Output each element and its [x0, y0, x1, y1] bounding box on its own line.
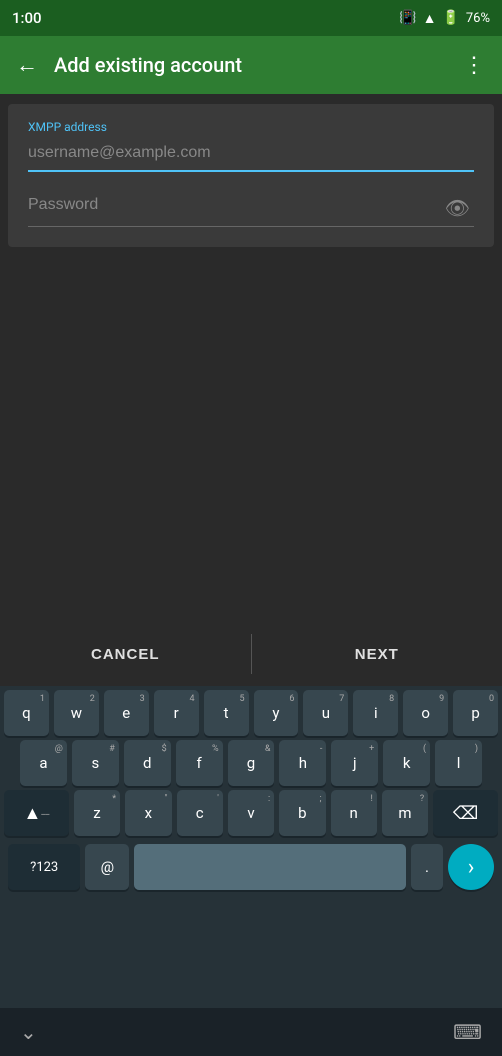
- keyboard-down-icon[interactable]: ⌄: [20, 1020, 37, 1044]
- key-s[interactable]: #s: [72, 740, 119, 786]
- key-b[interactable]: ;b: [279, 790, 325, 836]
- space-key[interactable]: [134, 844, 406, 890]
- xmpp-input[interactable]: [28, 140, 474, 172]
- key-w[interactable]: 2w: [54, 690, 99, 736]
- status-bar: 1:00 📳 ▲ 🔋 76%: [0, 0, 502, 36]
- key-l[interactable]: )l: [435, 740, 482, 786]
- key-n[interactable]: !n: [331, 790, 377, 836]
- page-title: Add existing account: [54, 53, 447, 77]
- symbols-key[interactable]: ?123: [8, 844, 80, 890]
- key-z[interactable]: *z: [74, 790, 120, 836]
- key-v[interactable]: :v: [228, 790, 274, 836]
- xmpp-label: XMPP address: [28, 120, 474, 134]
- key-f[interactable]: %f: [176, 740, 223, 786]
- key-p[interactable]: 0p: [453, 690, 498, 736]
- key-j[interactable]: +j: [331, 740, 378, 786]
- go-key[interactable]: ›: [448, 844, 494, 890]
- period-key[interactable]: .: [411, 844, 443, 890]
- at-key[interactable]: @: [85, 844, 129, 890]
- keyboard-nav: ⌄ ⌨: [0, 1008, 502, 1056]
- menu-button[interactable]: ⋮: [463, 53, 486, 78]
- key-g[interactable]: &g: [228, 740, 275, 786]
- status-time: 1:00: [12, 9, 42, 27]
- backspace-key[interactable]: ⌫: [433, 790, 498, 836]
- keyboard-toggle-icon[interactable]: ⌨: [453, 1020, 482, 1044]
- key-h[interactable]: -h: [279, 740, 326, 786]
- keyboard: 1q 2w 3e 4r 5t 6y 7u 8i 9o 0p @a #s $d %…: [0, 686, 502, 1056]
- key-y[interactable]: 6y: [254, 690, 299, 736]
- app-bar: ← Add existing account ⋮: [0, 36, 502, 94]
- battery-percent: 76%: [466, 11, 490, 26]
- shift-key[interactable]: ▲__: [4, 790, 69, 836]
- status-right: 📳 ▲ 🔋 76%: [399, 10, 490, 27]
- form-card: XMPP address 👁: [8, 104, 494, 247]
- vibrate-icon: 📳: [399, 10, 416, 26]
- key-t[interactable]: 5t: [204, 690, 249, 736]
- key-u[interactable]: 7u: [303, 690, 348, 736]
- cancel-button[interactable]: CANCEL: [0, 622, 251, 686]
- next-button[interactable]: NEXT: [252, 622, 502, 686]
- key-c[interactable]: 'c: [177, 790, 223, 836]
- keyboard-row-1: 1q 2w 3e 4r 5t 6y 7u 8i 9o 0p: [0, 686, 502, 736]
- key-e[interactable]: 3e: [104, 690, 149, 736]
- key-o[interactable]: 9o: [403, 690, 448, 736]
- key-r[interactable]: 4r: [154, 690, 199, 736]
- action-bar: CANCEL NEXT: [0, 622, 502, 686]
- key-a[interactable]: @a: [20, 740, 67, 786]
- key-i[interactable]: 8i: [353, 690, 398, 736]
- wifi-icon: ▲: [423, 10, 437, 27]
- keyboard-row-3: ▲__ *z "x 'c :v ;b !n ?m ⌫: [0, 786, 502, 836]
- key-m[interactable]: ?m: [382, 790, 428, 836]
- key-d[interactable]: $d: [124, 740, 171, 786]
- keyboard-row-2: @a #s $d %f &g -h +j (k )l: [0, 736, 502, 786]
- back-button[interactable]: ←: [16, 52, 38, 78]
- key-x[interactable]: "x: [125, 790, 171, 836]
- password-input[interactable]: [28, 192, 438, 218]
- toggle-password-icon[interactable]: 👁: [445, 196, 470, 220]
- key-q[interactable]: 1q: [4, 690, 49, 736]
- key-k[interactable]: (k: [383, 740, 430, 786]
- keyboard-row-4: ?123 @ . ›: [0, 840, 502, 890]
- password-field: 👁: [28, 192, 474, 227]
- battery-icon: 🔋: [442, 10, 459, 26]
